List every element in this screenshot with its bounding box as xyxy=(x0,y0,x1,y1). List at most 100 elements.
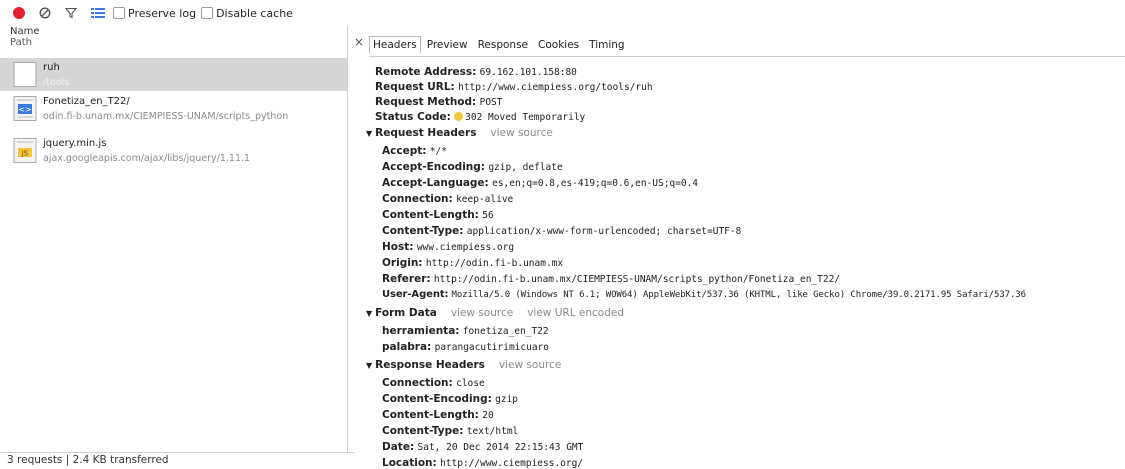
toolbar: Preserve log Disable cache xyxy=(0,0,1125,26)
view-source-link[interactable]: view source xyxy=(499,359,561,371)
tab-preview[interactable]: Preview xyxy=(423,36,472,54)
request-header-row: Accept: */* xyxy=(382,145,447,157)
tab-cookies[interactable]: Cookies xyxy=(534,36,583,54)
header-key: Accept-Encoding: xyxy=(382,161,485,173)
header-key: Accept-Language: xyxy=(382,177,489,189)
header-key: Content-Length: xyxy=(382,209,479,221)
header-value: application/x-www-form-urlencoded; chars… xyxy=(466,226,742,237)
header-value: http://odin.fi-b.unam.mx/CIEMPIESS-UNAM/… xyxy=(433,274,841,285)
header-key: Origin: xyxy=(382,257,423,269)
header-value: POST xyxy=(479,97,503,108)
checkbox-box[interactable] xyxy=(201,7,214,19)
section-title: Response Headers xyxy=(375,359,485,371)
triangle-down-icon: ▼ xyxy=(366,309,373,318)
request-list-panel: Name Path ruh /tools <> Fonetiza_en_T22/… xyxy=(0,26,354,467)
details-tabs: Headers Preview Response Cookies Timing xyxy=(369,36,631,54)
response-headers-section[interactable]: ▼ Response Headers view source xyxy=(366,359,561,371)
preserve-log-checkbox[interactable]: Preserve log xyxy=(113,7,196,20)
document-icon xyxy=(13,62,37,87)
request-header-row: Host: www.ciempiess.org xyxy=(382,241,514,253)
header-value: fonetiza_en_T22 xyxy=(462,326,549,337)
header-key: Host: xyxy=(382,241,414,253)
header-key: Connection: xyxy=(382,193,453,205)
request-path: ajax.googleapis.com/ajax/libs/jquery/1.1… xyxy=(43,153,251,164)
header-value: gzip xyxy=(495,394,519,405)
svg-text:JS: JS xyxy=(21,150,29,158)
view-source-link[interactable]: view source xyxy=(451,307,513,319)
response-header-row: Content-Encoding: gzip xyxy=(382,393,518,405)
request-path: /tools xyxy=(43,77,70,88)
request-path: odin.fi-b.unam.mx/CIEMPIESS-UNAM/scripts… xyxy=(43,111,289,122)
request-row-ruh[interactable]: ruh /tools xyxy=(0,58,347,91)
request-header-row: Origin: http://odin.fi-b.unam.mx xyxy=(382,257,563,269)
details-panel: × Headers Preview Response Cookies Timin… xyxy=(348,26,1125,469)
disable-cache-checkbox[interactable]: Disable cache xyxy=(201,7,293,20)
html-file-icon: <> xyxy=(13,96,37,121)
response-header-row: Date: Sat, 20 Dec 2014 22:15:43 GMT xyxy=(382,441,583,453)
header-value: Mozilla/5.0 (Windows NT 6.1; WOW64) Appl… xyxy=(451,290,1027,300)
request-header-row: Accept-Language: es,en;q=0.8,es-419;q=0.… xyxy=(382,177,698,189)
column-header[interactable]: Name Path xyxy=(10,26,40,48)
request-header-row: Content-Type: application/x-www-form-url… xyxy=(382,225,741,237)
general-remote-address: Remote Address: 69.162.101.158:80 xyxy=(375,66,577,78)
header-key: Connection: xyxy=(382,377,453,389)
view-source-link[interactable]: view source xyxy=(490,127,552,139)
header-key: Accept: xyxy=(382,145,427,157)
header-value: www.ciempiess.org xyxy=(416,242,515,253)
response-header-row: Content-Length: 20 xyxy=(382,409,494,421)
header-key: Content-Type: xyxy=(382,225,464,237)
status-bar: 3 requests | 2.4 KB transferred xyxy=(0,452,354,467)
header-key: Referer: xyxy=(382,273,431,285)
header-value: text/html xyxy=(466,426,519,437)
header-value: 20 xyxy=(482,410,494,421)
header-value: Sat, 20 Dec 2014 22:15:43 GMT xyxy=(417,442,584,453)
triangle-down-icon: ▼ xyxy=(366,361,373,370)
tab-headers[interactable]: Headers xyxy=(369,36,421,54)
form-data-row: palabra: parangacutirimicuaro xyxy=(382,341,549,353)
header-value: 302 Moved Temporarily xyxy=(465,112,586,123)
tab-response[interactable]: Response xyxy=(474,36,532,54)
request-row-jquery[interactable]: JS jquery.min.js ajax.googleapis.com/aja… xyxy=(0,134,347,167)
tab-timing[interactable]: Timing xyxy=(585,36,628,54)
view-url-encoded-link[interactable]: view URL encoded xyxy=(527,307,624,319)
response-header-row: Content-Type: text/html xyxy=(382,425,518,437)
response-header-row: Location: http://www.ciempiess.org/ xyxy=(382,457,583,469)
header-key: Remote Address: xyxy=(375,66,477,78)
section-title: Form Data xyxy=(375,307,437,319)
request-headers-section[interactable]: ▼ Request Headers view source xyxy=(366,127,553,139)
header-key: Request URL: xyxy=(375,81,455,93)
request-name: ruh xyxy=(43,62,60,73)
header-key: Content-Type: xyxy=(382,425,464,437)
header-value: gzip, deflate xyxy=(488,162,563,173)
list-view-icon[interactable] xyxy=(91,7,105,19)
record-icon[interactable] xyxy=(13,7,25,19)
header-key: Date: xyxy=(382,441,415,453)
header-value: es,en;q=0.8,es-419;q=0.6,en-US;q=0.4 xyxy=(492,178,699,189)
header-value: close xyxy=(456,378,485,389)
triangle-down-icon: ▼ xyxy=(366,129,373,138)
response-header-row: Connection: close xyxy=(382,377,485,389)
header-value: 56 xyxy=(482,210,494,221)
checkbox-box[interactable] xyxy=(113,7,125,19)
section-title: Request Headers xyxy=(375,127,477,139)
header-key: Location: xyxy=(382,457,437,469)
request-name: Fonetiza_en_T22/ xyxy=(43,96,130,107)
status-dot-icon xyxy=(454,112,464,121)
request-row-fonetiza[interactable]: <> Fonetiza_en_T22/ odin.fi-b.unam.mx/CI… xyxy=(0,92,347,125)
request-header-row: Connection: keep-alive xyxy=(382,193,513,205)
clear-icon[interactable] xyxy=(39,7,51,19)
close-icon[interactable]: × xyxy=(354,35,364,49)
name-column-label: Name xyxy=(10,26,40,37)
svg-text:<>: <> xyxy=(18,105,31,114)
request-header-row: Accept-Encoding: gzip, deflate xyxy=(382,161,563,173)
general-request-url: Request URL: http://www.ciempiess.org/to… xyxy=(375,81,653,93)
js-file-icon: JS xyxy=(13,138,37,163)
preserve-log-label: Preserve log xyxy=(128,6,197,20)
header-key: Status Code: xyxy=(375,111,451,123)
general-status-code: Status Code: 302 Moved Temporarily xyxy=(375,111,585,123)
disable-cache-label: Disable cache xyxy=(216,6,293,20)
header-value: http://www.ciempiess.org/ xyxy=(440,458,584,469)
header-key: herramienta: xyxy=(382,325,460,337)
form-data-section[interactable]: ▼ Form Data view source view URL encoded xyxy=(366,307,624,319)
filter-icon[interactable] xyxy=(65,7,77,19)
